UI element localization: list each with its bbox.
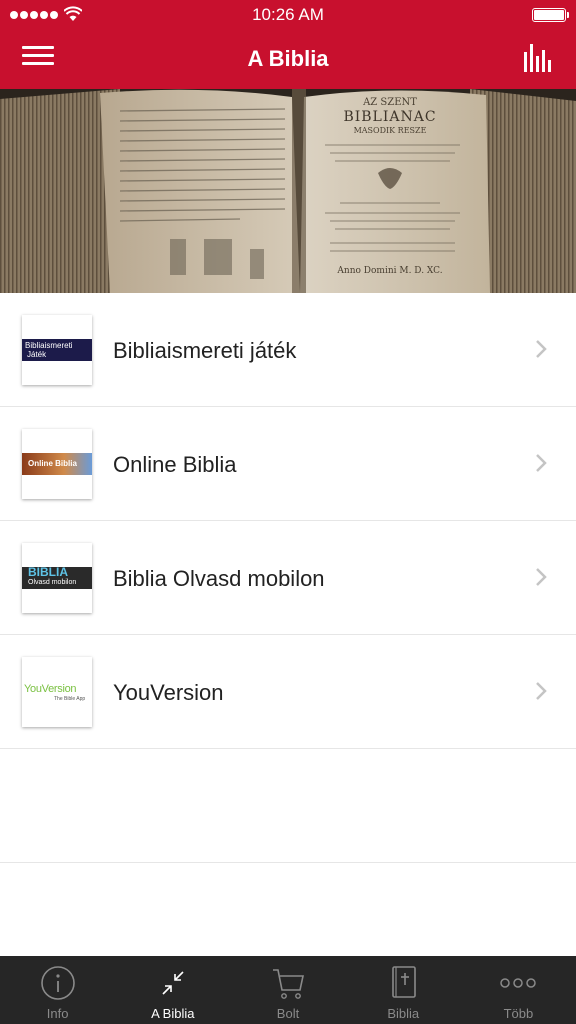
chevron-right-icon [536,340,547,358]
biblia-olvasd-mobilon-logo: BIBLIA Olvasd mobilon [22,543,92,613]
list-item-online-biblia[interactable]: Online Biblia Online Biblia [0,407,576,521]
cart-icon [273,969,304,999]
list-item-label: YouVersion [113,680,224,705]
banner-image: AZ SZENT BIBLIANAC MASODIK RESZE Anno Do… [0,89,576,293]
stats-button[interactable] [524,42,552,72]
online-biblia-logo: Online Biblia [22,429,92,499]
chevron-right-icon [536,568,547,586]
link-list: Bibliaismereti Játék Bibliaismereti játé… [0,293,576,863]
tab-bolt[interactable]: Bolt [230,956,345,1024]
bibliaismereti-logo: Bibliaismereti Játék [22,315,92,385]
more-dots-icon [500,978,537,988]
banner-title-line2: BIBLIANAC [343,109,436,125]
page-title: A Biblia [247,46,329,71]
status-bar: 10:26 AM [0,0,576,30]
youversion-logo: YouVersion The Bible App [22,657,92,727]
bible-book-icon [392,966,417,998]
list-item-label: Online Biblia [113,452,237,477]
chevron-right-icon [536,682,547,700]
tab-label: Biblia [387,1006,420,1021]
status-time: 10:26 AM [252,5,324,24]
chevron-right-icon [536,454,547,472]
banner-title-line1: AZ SZENT [362,97,417,108]
tab-label: Több [503,1006,534,1021]
banner-subtitle: MASODIK RESZE [354,126,427,135]
list-item-bibliaismereti-jatek[interactable]: Bibliaismereti Játék Bibliaismereti játé… [0,293,576,407]
nav-bar: A Biblia [0,30,576,89]
list-item-label: Biblia Olvasd mobilon [113,566,325,591]
collapse-arrows-icon [162,971,184,995]
tab-a-biblia[interactable]: A Biblia [115,956,230,1024]
tab-biblia[interactable]: Biblia [346,956,461,1024]
tab-label: A Biblia [151,1006,195,1021]
tab-tobb[interactable]: Több [461,956,576,1024]
empty-list-row [0,749,576,863]
list-item-label: Bibliaismereti játék [113,338,297,363]
header: 10:26 AM A Biblia [0,0,576,89]
info-icon [40,966,75,1000]
tab-label: Info [46,1006,69,1021]
tab-bar: Info A Biblia Bolt Biblia Több [0,956,576,1024]
banner-footer: Anno Domini M. D. XC. [336,266,442,276]
list-item-youversion[interactable]: YouVersion The Bible App YouVersion [0,635,576,749]
list-item-biblia-olvasd-mobilon[interactable]: BIBLIA Olvasd mobilon Biblia Olvasd mobi… [0,521,576,635]
tab-label: Bolt [276,1006,300,1021]
battery-icon [532,8,569,22]
tab-info[interactable]: Info [0,956,115,1024]
